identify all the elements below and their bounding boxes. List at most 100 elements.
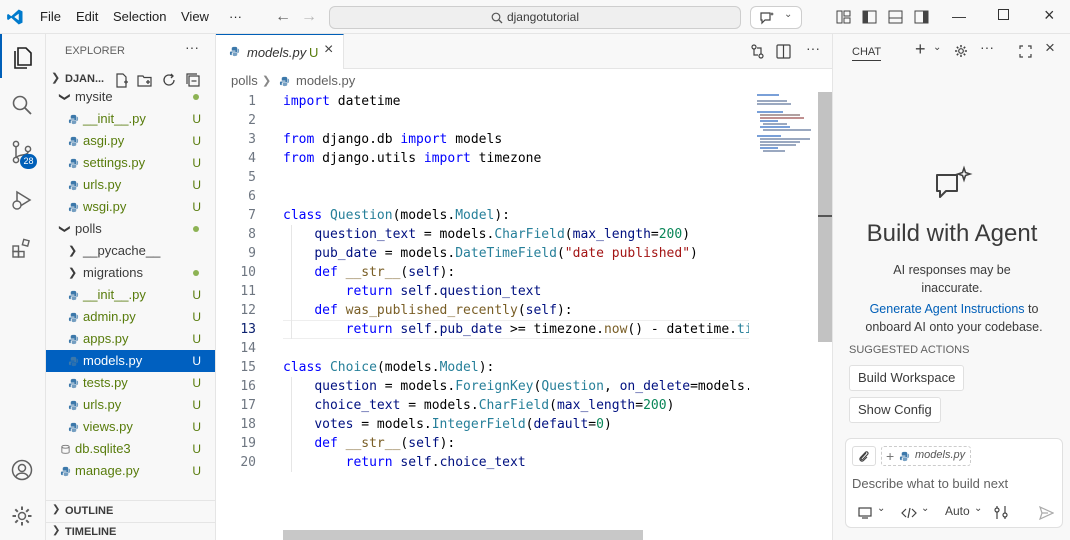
- close-window-icon[interactable]: ×: [1044, 5, 1055, 26]
- tree-item-label: __init__.py: [83, 111, 146, 126]
- editor-more-icon[interactable]: ···: [806, 40, 820, 56]
- show-config-button[interactable]: Show Config: [849, 397, 941, 423]
- monitor-icon[interactable]: [858, 507, 872, 519]
- menu-file[interactable]: File: [40, 0, 61, 34]
- tree-item-label: manage.py: [75, 463, 140, 478]
- breadcrumb-folder[interactable]: polls: [231, 70, 258, 92]
- toggle-secondary-sidebar-icon[interactable]: [914, 10, 929, 24]
- generate-instructions-link[interactable]: Generate Agent Instructions: [870, 302, 1025, 316]
- chat-input-placeholder[interactable]: Describe what to build next: [852, 476, 1008, 491]
- file-item[interactable]: views.py U: [46, 416, 215, 438]
- python-file-icon: [68, 350, 80, 372]
- folder-item[interactable]: ❯ polls: [46, 218, 215, 240]
- new-file-icon[interactable]: [115, 73, 129, 88]
- file-item[interactable]: asgi.py U: [46, 130, 215, 152]
- file-item[interactable]: __init__.py U: [46, 284, 215, 306]
- explorer-more-icon[interactable]: ···: [185, 39, 199, 55]
- chat-more-icon[interactable]: ···: [980, 39, 994, 55]
- chevron-down-icon[interactable]: ⌄: [933, 42, 941, 53]
- agent-mode-icon[interactable]: [901, 507, 917, 519]
- gear-icon: [12, 506, 32, 526]
- new-chat-icon[interactable]: +: [915, 39, 926, 60]
- extensions-activity[interactable]: [0, 226, 46, 270]
- tree-item-label: __init__.py: [83, 287, 146, 302]
- tools-icon[interactable]: [994, 505, 1008, 520]
- chevron-down-icon[interactable]: ⌄: [921, 503, 929, 514]
- file-item-selected[interactable]: models.py U: [46, 350, 215, 372]
- build-workspace-button[interactable]: Build Workspace: [849, 365, 965, 391]
- chat-title: Build with Agent: [866, 220, 1038, 247]
- collapse-all-icon[interactable]: [186, 73, 200, 87]
- workspace-root[interactable]: ❯ DJAN...: [46, 69, 215, 91]
- maximize-icon[interactable]: [998, 9, 1009, 20]
- open-changes-icon[interactable]: [750, 44, 765, 59]
- customize-layout-icon[interactable]: [836, 10, 851, 24]
- line-number: 12: [240, 303, 256, 318]
- file-item[interactable]: __init__.py U: [46, 108, 215, 130]
- minimize-icon[interactable]: —: [952, 8, 966, 24]
- python-file-icon: [68, 130, 80, 152]
- split-editor-icon[interactable]: [776, 44, 791, 59]
- forward-arrow-icon[interactable]: →: [301, 8, 317, 26]
- file-item[interactable]: admin.py U: [46, 306, 215, 328]
- outline-section[interactable]: ❯ OUTLINE: [46, 500, 215, 520]
- file-item[interactable]: apps.py U: [46, 328, 215, 350]
- toggle-panel-icon[interactable]: [888, 10, 903, 24]
- refresh-icon[interactable]: [162, 73, 176, 87]
- copilot-chat-button[interactable]: ⌄: [750, 6, 802, 29]
- file-item[interactable]: wsgi.py U: [46, 196, 215, 218]
- chevron-down-icon: ❯: [51, 72, 61, 84]
- new-folder-icon[interactable]: [137, 74, 153, 87]
- run-debug-activity[interactable]: [0, 178, 46, 222]
- chevron-down-icon[interactable]: ⌄: [974, 503, 982, 514]
- line-number: 4: [248, 151, 256, 166]
- chevron-down-icon[interactable]: ⌄: [877, 503, 885, 514]
- chat-header[interactable]: CHAT: [852, 46, 882, 61]
- folder-item[interactable]: ❯ mysite: [46, 92, 215, 108]
- untracked-status: U: [192, 288, 201, 302]
- maximize-panel-icon[interactable]: [1019, 45, 1032, 58]
- toggle-primary-sidebar-icon[interactable]: [862, 10, 877, 24]
- close-panel-icon[interactable]: ×: [1045, 38, 1055, 58]
- minimap-line: [763, 123, 787, 125]
- tree-item-label: asgi.py: [83, 133, 125, 148]
- tab-models-py[interactable]: models.py U ×: [216, 34, 344, 69]
- folder-item[interactable]: ❯ __pycache__: [46, 240, 215, 262]
- file-item[interactable]: urls.py U: [46, 394, 215, 416]
- untracked-status: U: [192, 112, 201, 126]
- folder-item[interactable]: ❯ migrations: [46, 262, 215, 284]
- manage-activity[interactable]: [0, 494, 46, 538]
- minimap[interactable]: [749, 92, 819, 540]
- gear-icon[interactable]: [954, 44, 968, 58]
- close-tab-icon[interactable]: ×: [324, 41, 333, 59]
- timeline-section[interactable]: ❯ TIMELINE: [46, 522, 215, 540]
- menu-view[interactable]: View: [181, 0, 209, 34]
- code-line: class Choice(models.Model):: [283, 360, 495, 375]
- back-arrow-icon[interactable]: ←: [275, 8, 291, 26]
- minimap-line: [757, 103, 791, 105]
- file-item[interactable]: settings.py U: [46, 152, 215, 174]
- attach-context-button[interactable]: [852, 446, 876, 466]
- code-editor[interactable]: 1 2 3 4 5 6 7 8 9 10 11 12 13 14 15 16 17 18 19 20 import d…: [216, 92, 832, 540]
- chevron-down-icon: ⌄: [784, 9, 793, 20]
- file-item[interactable]: tests.py U: [46, 372, 215, 394]
- send-icon[interactable]: [1039, 506, 1054, 520]
- model-picker[interactable]: Auto: [945, 504, 970, 518]
- vertical-scrollbar[interactable]: [818, 92, 832, 342]
- file-item[interactable]: urls.py U: [46, 174, 215, 196]
- breadcrumb-file[interactable]: models.py: [296, 70, 355, 92]
- menu-edit[interactable]: Edit: [76, 0, 98, 34]
- line-number: 1: [248, 94, 256, 109]
- search-activity[interactable]: [0, 82, 46, 126]
- menu-more[interactable]: ···: [229, 0, 242, 34]
- horizontal-scrollbar[interactable]: [283, 530, 643, 540]
- source-control-activity[interactable]: 28: [0, 130, 46, 174]
- accounts-activity[interactable]: [0, 448, 46, 492]
- chat-sparkle-icon: [760, 12, 774, 25]
- file-item[interactable]: db.sqlite3 U: [46, 438, 215, 460]
- context-file-chip[interactable]: + models.py: [881, 446, 971, 466]
- explorer-activity[interactable]: [0, 34, 46, 78]
- menu-selection[interactable]: Selection: [113, 0, 166, 34]
- file-item[interactable]: manage.py U: [46, 460, 215, 482]
- command-center-search[interactable]: djangotutorial: [329, 6, 741, 29]
